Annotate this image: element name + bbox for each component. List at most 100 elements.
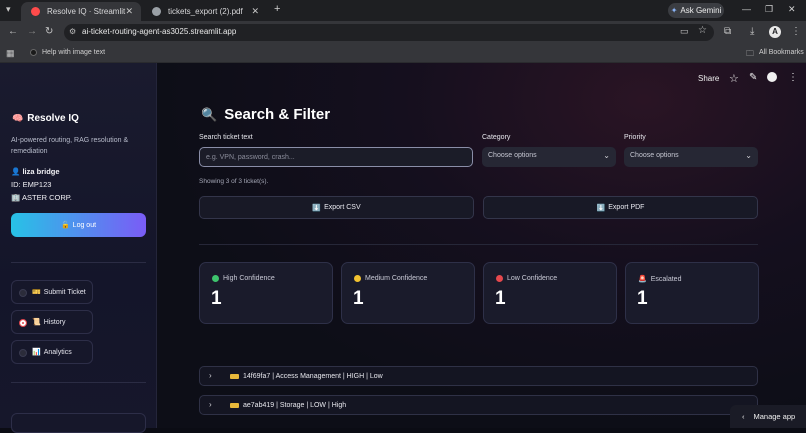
category-multiselect[interactable]: Choose options ⌄ [482,147,616,167]
brain-icon: 🧠 [12,113,24,123]
globe-favicon-icon [152,7,161,16]
metric-label-text: High Confidence [223,275,275,282]
bookmark-star-icon[interactable]: ☆ [698,25,707,36]
bar-chart-icon: 📊 [32,349,41,356]
brand-tagline: AI-powered routing, RAG resolution & rem… [11,137,129,155]
metric-value: 1 [353,288,364,309]
category-label: Category [482,134,511,141]
unlock-icon: 🔓 [60,222,70,229]
metric-card-medium-confidence: Medium Confidence 1 [341,262,475,324]
ticket-expander[interactable]: › 14f69fa7 | Access Management | HIGH | … [199,366,758,386]
chevron-left-icon: ‹ [742,412,745,421]
forward-icon[interactable]: → [27,26,37,37]
close-window-icon[interactable]: ✕ [788,4,796,15]
metric-value: 1 [211,288,222,309]
app-menu-icon[interactable]: ⋮ [788,72,798,83]
export-pdf-label: Export PDF [608,204,645,211]
streamlit-favicon-icon [31,7,40,16]
metric-value: 1 [495,288,506,309]
cast-icon[interactable]: ▭ [680,26,689,37]
brand: 🧠 Resolve IQ [12,113,79,124]
sidebar-item-history[interactable]: 📜 History [11,310,93,334]
gemini-sparkle-icon: ✦ [670,6,678,15]
user-name-line: 👤 liza bridge [11,167,60,176]
search-label: Search ticket text [199,134,253,141]
browser-tab-active[interactable]: Resolve IQ · Streamlit ✕ [21,2,141,21]
sidebar-item-submit-ticket[interactable]: 🎫 Submit Ticket [11,280,93,304]
back-icon[interactable]: ← [8,26,18,37]
ticket-expander[interactable]: › ae7ab419 | Storage | LOW | High [199,395,758,415]
edit-pencil-icon[interactable]: ✎ [749,72,757,83]
reload-icon[interactable]: ↻ [45,26,53,37]
folder-icon: 🗀 [746,49,754,58]
priority-placeholder: Choose options [630,152,679,159]
user-name: liza bridge [22,167,60,176]
close-tab-icon[interactable]: ✕ [251,6,259,17]
sidebar: 🧠 Resolve IQ AI-powered routing, RAG res… [0,63,157,433]
profile-avatar[interactable]: A [769,26,781,38]
logout-label: Log out [72,221,97,229]
export-pdf-button[interactable]: ⬇️ Export PDF [483,196,758,219]
share-button[interactable]: Share [698,74,719,83]
chevron-right-icon: › [209,371,212,380]
downloads-icon[interactable]: ⤓ [750,26,754,37]
metric-card-low-confidence: Low Confidence 1 [483,262,617,324]
download-icon: ⬇️ [596,204,606,212]
chevron-right-icon: › [209,400,212,409]
chevron-down-icon: ⌄ [745,151,752,160]
ask-gemini-label: Ask Gemini [680,6,722,15]
metric-card-high-confidence: High Confidence 1 [199,262,333,324]
export-csv-label: Export CSV [324,204,361,211]
browser-menu-icon[interactable]: ⋮ [791,26,801,37]
browser-toolbar: ← → ↻ ⚙ ai-ticket-routing-agent-as3025.s… [0,21,806,44]
ticket-tag-icon [230,373,239,379]
restore-window-icon[interactable]: ❐ [765,4,773,15]
logout-button[interactable]: 🔓 Log out [11,213,146,237]
metric-card-escalated: 🚨 Escalated 1 [625,262,759,324]
category-placeholder: Choose options [488,152,537,159]
ticket-icon: 🎫 [32,289,41,296]
main-content: Share ☆ ✎ ⋮ 🔍 Search & Filter Search tic… [157,63,806,428]
url-text: ai-ticket-routing-agent-as3025.streamlit… [82,27,237,36]
extensions-icon[interactable]: ⧉ [724,26,731,37]
export-csv-button[interactable]: ⬇️ Export CSV [199,196,474,219]
siren-icon: 🚨 [638,276,647,283]
github-icon[interactable] [767,72,777,82]
close-tab-icon[interactable]: ✕ [125,6,133,17]
all-bookmarks-link[interactable]: All Bookmarks [759,49,804,56]
tab-title: Resolve IQ · Streamlit [47,7,126,16]
user-icon: 👤 [11,167,21,176]
browser-tab[interactable]: tickets_export (2).pdf ✕ [142,2,267,21]
sidebar-item-label: History [43,318,66,326]
download-icon: ⬇️ [312,204,322,212]
ticket-summary: 14f69fa7 | Access Management | HIGH | Lo… [243,372,383,380]
yellow-circle-icon [354,275,361,282]
sidebar-divider [11,382,146,383]
sidebar-item-label: Submit Ticket [43,288,86,296]
tab-search-icon[interactable]: ▾ [6,4,11,15]
section-divider [199,244,758,245]
site-info-icon[interactable]: ⚙ [69,27,76,36]
address-bar[interactable]: ⚙ ai-ticket-routing-agent-as3025.streaml… [64,24,714,41]
help-bookmark-icon [30,49,37,56]
manage-app-label: Manage app [753,412,796,421]
org-name: ASTER CORP. [22,193,72,202]
manage-app-button[interactable]: ‹ Manage app [730,405,806,428]
sidebar-divider [11,262,146,263]
search-input[interactable]: e.g. VPN, password, crash... [199,147,473,167]
bookmark-help-with-image-text[interactable]: Help with image text [42,49,105,56]
sidebar-item-analytics[interactable]: 📊 Analytics [11,340,93,364]
minimize-window-icon[interactable]: — [742,4,751,14]
apps-grid-icon[interactable]: ▦ [6,48,15,59]
radio-icon [19,289,27,297]
bookmarks-bar: ▦ Help with image text 🗀 All Bookmarks [0,44,806,63]
office-building-icon: 🏢 [11,193,21,202]
ticket-tag-icon [230,402,239,408]
new-tab-button[interactable]: + [274,3,280,15]
metric-label-text: Medium Confidence [365,275,428,282]
chevron-down-icon: ⌄ [603,151,610,160]
priority-multiselect[interactable]: Choose options ⌄ [624,147,758,167]
sidebar-section-card [11,413,146,433]
star-icon[interactable]: ☆ [729,72,739,85]
ask-gemini-button[interactable]: ✦ Ask Gemini [668,3,724,18]
